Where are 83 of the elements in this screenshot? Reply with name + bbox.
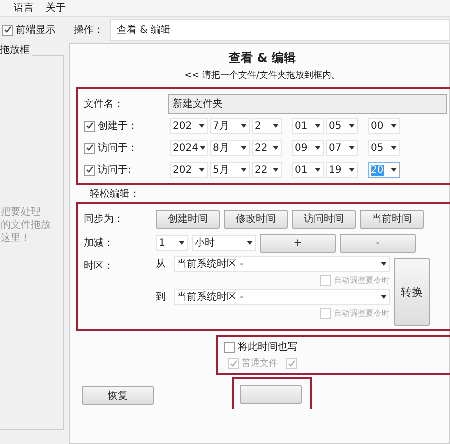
caret-icon — [381, 295, 387, 299]
menu-item[interactable]: 关于 — [46, 1, 66, 15]
field-label: 到 — [156, 291, 167, 304]
day-select[interactable]: 2 — [252, 118, 282, 134]
caret-icon — [315, 146, 321, 150]
file-name-field[interactable]: 新建文件夹 — [168, 94, 447, 114]
caret-icon — [247, 241, 253, 245]
caret-icon — [315, 168, 321, 172]
sync-button[interactable]: 当前时间 — [360, 210, 424, 228]
caret-icon — [349, 124, 355, 128]
caret-icon — [349, 146, 355, 150]
caret-icon — [381, 262, 387, 266]
panel-heading: 查看 & 编辑 — [228, 50, 297, 67]
caret-icon — [391, 168, 397, 172]
section-label: 轻松编辑： — [90, 188, 141, 201]
caret-icon — [391, 124, 397, 128]
apply-button[interactable] — [240, 385, 302, 404]
caret-icon — [179, 241, 185, 245]
caret-icon — [241, 124, 247, 128]
caret-icon — [273, 146, 279, 150]
caret-icon — [241, 146, 247, 150]
minus-button[interactable]: - — [340, 234, 416, 252]
field-label: 时区： — [84, 260, 115, 273]
field-label: 文件名： — [84, 98, 125, 111]
month-select[interactable]: 5月 — [210, 162, 250, 178]
hour-select[interactable]: 01 — [292, 162, 324, 178]
checkbox-label: 创建于： — [98, 120, 138, 133]
sync-button[interactable]: 创建时间 — [156, 210, 220, 228]
checkbox-label: 前端显示 — [16, 24, 56, 37]
checkbox-label: 访问于: — [98, 164, 132, 177]
checkbox-label: 普通文件 — [242, 357, 278, 370]
checkbox-square[interactable] — [84, 120, 95, 132]
caret-icon — [273, 168, 279, 172]
checkbox-label: 访问于： — [98, 142, 138, 155]
caret-icon — [273, 124, 279, 128]
minute-select[interactable]: 19 — [326, 162, 358, 178]
operation-field: 查看 & 编辑 — [110, 19, 450, 41]
caret-icon — [200, 146, 206, 150]
checkbox-label: 自动调整夏令时 — [334, 275, 390, 286]
checkbox-square[interactable] — [2, 24, 13, 36]
month-select[interactable]: 7月 — [210, 118, 250, 134]
checkbox-square[interactable] — [84, 164, 95, 176]
sync-button[interactable]: 修改时间 — [224, 210, 288, 228]
unit-select[interactable]: 小时 — [192, 235, 256, 251]
operation-label: 操作： — [74, 24, 105, 37]
month-select[interactable]: 8月 — [210, 140, 250, 156]
caret-icon — [391, 146, 397, 150]
checkbox-label: 将此时间也写 — [238, 340, 298, 354]
field-label: 加减： — [84, 236, 115, 250]
second-select[interactable]: 05 — [368, 140, 400, 156]
plus-button[interactable]: + — [260, 234, 336, 252]
panel-subtitle: << 请把一个文件/文件夹拖放到框内。 — [184, 70, 342, 82]
day-select[interactable]: 22 — [252, 162, 282, 178]
checkbox-square[interactable] — [84, 142, 95, 154]
drop-hint: 把要处理 — [1, 206, 41, 219]
amount-select[interactable]: 1 — [156, 235, 188, 251]
day-select[interactable]: 22 — [252, 140, 282, 156]
caret-icon — [315, 124, 321, 128]
year-select[interactable]: 2024 — [170, 140, 208, 156]
field-label: 从 — [156, 258, 167, 271]
caret-icon — [349, 168, 355, 172]
year-select[interactable]: 202 — [170, 118, 208, 134]
sync-button[interactable]: 访问时间 — [292, 210, 356, 228]
checkbox-square[interactable] — [224, 342, 235, 352]
caret-icon — [199, 168, 205, 172]
convert-button[interactable]: 转换 — [394, 258, 430, 326]
timezone-select[interactable]: 当前系统时区 - — [174, 289, 390, 305]
hour-select[interactable]: 01 — [292, 118, 324, 134]
caret-icon — [199, 124, 205, 128]
timezone-select[interactable]: 当前系统时区 - — [174, 256, 390, 272]
drop-hint: 的文件拖放 — [1, 219, 51, 232]
minute-select[interactable]: 07 — [326, 140, 358, 156]
group-title: 拖放框 — [0, 43, 32, 57]
minute-select[interactable]: 05 — [326, 118, 358, 134]
menu-item[interactable]: 语言 — [14, 1, 34, 15]
restore-button[interactable]: 恢复 — [82, 386, 154, 405]
field-label: 同步为： — [84, 212, 125, 226]
hour-select[interactable]: 09 — [292, 140, 324, 156]
caret-icon — [241, 168, 247, 172]
year-select[interactable]: 202 — [170, 162, 208, 178]
checkbox-label: 自动调整夏令时 — [334, 308, 390, 319]
drop-hint: 这里！ — [1, 232, 31, 245]
second-select[interactable]: 00 — [368, 118, 400, 134]
